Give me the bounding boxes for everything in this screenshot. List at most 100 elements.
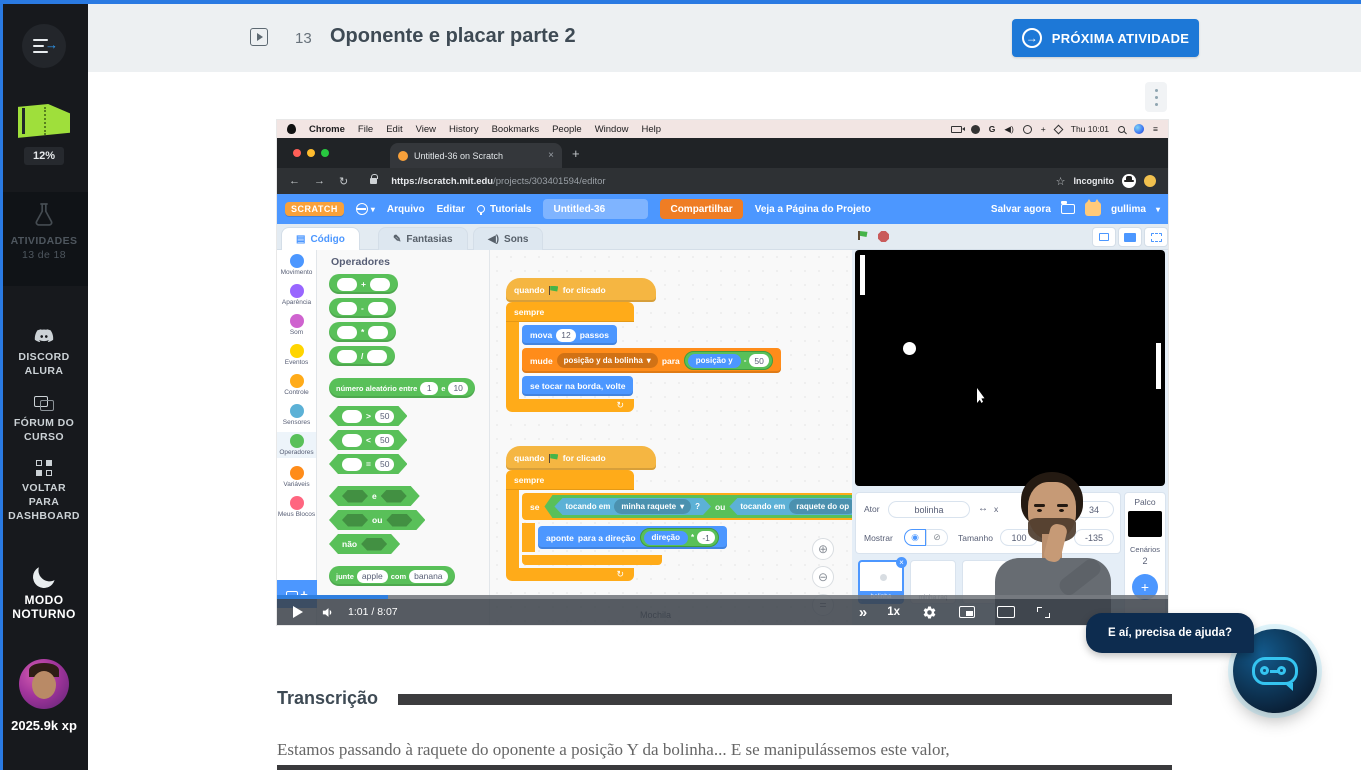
forward-icon[interactable]: → [314, 175, 325, 187]
sidebar-item-discord[interactable]: DISCORD ALURA [0, 326, 88, 378]
or-condition[interactable]: tocando em minha raquete ▾ ? ou toca [544, 495, 852, 518]
script-stack-2[interactable]: quando for clicado sempre se tocando em [506, 446, 852, 581]
and-block[interactable]: e [329, 486, 420, 506]
share-button[interactable]: Compartilhar [660, 199, 742, 219]
scripts-workspace[interactable]: quando for clicado sempre mova 12 passos… [490, 250, 852, 625]
menubar-item[interactable]: Edit [386, 124, 402, 135]
variable-dropdown[interactable]: posição y da bolinha ▾ [557, 353, 658, 368]
or-block[interactable]: ou [329, 510, 425, 530]
touching-condition-2[interactable]: tocando em raquete do op [729, 498, 852, 515]
zoom-traffic-light[interactable] [321, 149, 329, 157]
volume-button[interactable] [321, 605, 336, 620]
green-flag-button[interactable] [858, 231, 868, 240]
tutorials-button[interactable]: Tutorials [477, 204, 531, 215]
when-flag-clicked-block[interactable]: quando for clicado [506, 278, 656, 302]
subtract-reporter[interactable]: posição y - 50 [684, 351, 773, 370]
zoom-out-button[interactable]: ⊖ [812, 566, 834, 588]
skip-forward-button[interactable]: » [859, 604, 865, 621]
project-page-link[interactable]: Veja a Página do Projeto [755, 204, 871, 215]
reload-icon[interactable]: ↻ [339, 175, 348, 188]
category-motion[interactable]: Movimento [277, 254, 316, 276]
normal-stage-button[interactable] [1118, 227, 1142, 247]
tab-close-icon[interactable]: × [548, 150, 554, 161]
random-number-block[interactable]: número aleatório entre 1 e 10 [329, 378, 475, 398]
join-block[interactable]: junte apple com banana [329, 566, 455, 586]
multiply-reporter[interactable]: direção * -1 [640, 528, 720, 547]
small-stage-button[interactable] [1092, 227, 1116, 247]
point-in-direction-block[interactable]: aponte para a direção direção * -1 [538, 526, 727, 549]
set-variable-block[interactable]: mude posição y da bolinha ▾ para posição… [522, 348, 781, 373]
less-than-block[interactable]: <50 [329, 430, 407, 450]
category-operators[interactable]: Operadores [277, 432, 316, 458]
sidebar-item-dashboard[interactable]: VOLTAR PARA DASHBOARD [0, 460, 88, 523]
zoom-in-button[interactable]: ⊕ [812, 538, 834, 560]
fullscreen-stage-button[interactable] [1144, 227, 1168, 247]
close-traffic-light[interactable] [293, 149, 301, 157]
move-steps-block[interactable]: mova 12 passos [522, 325, 617, 345]
script-stack-1[interactable]: quando for clicado sempre mova 12 passos… [506, 278, 781, 412]
menubar-item[interactable]: People [552, 124, 582, 135]
hide-sprite-toggle[interactable]: ⊘ [926, 529, 948, 546]
menubar-item[interactable]: File [358, 124, 373, 135]
menubar-item[interactable]: Window [595, 124, 629, 135]
sprite-dropdown[interactable]: minha raquete ▾ [614, 499, 691, 514]
tab-costumes[interactable]: ✎ Fantasias [378, 227, 468, 250]
operator-subtract-block[interactable]: - [329, 298, 396, 318]
sprite-dropdown[interactable]: raquete do op [789, 499, 852, 514]
project-name-input[interactable]: Untitled-36 [543, 199, 648, 219]
menubar-item[interactable]: View [416, 124, 436, 135]
greater-than-block[interactable]: >50 [329, 406, 407, 426]
save-now-link[interactable]: Salvar agora [991, 204, 1051, 215]
stop-button[interactable] [878, 231, 889, 242]
forever-block[interactable]: sempre [506, 302, 634, 322]
tab-sounds[interactable]: ◀) Sons [473, 227, 543, 250]
video-control-bar[interactable]: 1:01 / 8:07 » 1x [277, 595, 1168, 625]
stage-canvas[interactable] [855, 250, 1165, 486]
settings-gear-button[interactable] [922, 605, 937, 620]
operator-divide-block[interactable]: / [329, 346, 395, 366]
kebab-handle[interactable] [1145, 82, 1167, 112]
delete-sprite-badge[interactable]: × [896, 557, 907, 568]
operator-multiply-block[interactable]: * [329, 322, 396, 342]
next-activity-button[interactable]: → PRÓXIMA ATIVIDADE [1012, 19, 1199, 57]
fullscreen-button[interactable] [1037, 607, 1050, 618]
theater-mode-button[interactable] [997, 606, 1015, 618]
sidebar-item-forum[interactable]: FÓRUM DO CURSO [0, 396, 88, 444]
username[interactable]: gullima [1111, 204, 1146, 215]
category-sound[interactable]: Som [277, 314, 316, 336]
operator-add-block[interactable]: + [329, 274, 398, 294]
category-control[interactable]: Controle [277, 374, 316, 396]
sidebar-item-activities[interactable]: ATIVIDADES 13 de 18 [0, 192, 88, 286]
minimize-traffic-light[interactable] [307, 149, 315, 157]
picture-in-picture-button[interactable] [959, 606, 975, 618]
scratch-menu-edit[interactable]: Editar [437, 204, 465, 215]
position-y-reporter[interactable]: posição y [688, 354, 741, 368]
menubar-item[interactable]: Help [641, 124, 661, 135]
menubar-item[interactable]: Bookmarks [492, 124, 540, 135]
play-button[interactable] [293, 606, 303, 618]
category-looks[interactable]: Aparência [277, 284, 316, 306]
playback-speed-button[interactable]: 1x [887, 606, 900, 618]
bookmark-star-icon[interactable]: ☆ [1056, 175, 1066, 188]
forever-block[interactable]: sempre [506, 470, 634, 490]
show-sprite-toggle[interactable]: ◉ [904, 529, 926, 546]
profile-dot[interactable] [1144, 175, 1156, 187]
sidebar-item-night-mode[interactable]: MODO NOTURNO [0, 566, 88, 621]
menubar-item[interactable]: History [449, 124, 479, 135]
user-avatar[interactable] [19, 659, 69, 709]
video-player[interactable]: Chrome File Edit View History Bookmarks … [277, 120, 1168, 625]
course-logo-icon[interactable] [18, 104, 70, 140]
category-events[interactable]: Eventos [277, 344, 316, 366]
new-tab-button[interactable]: + [572, 146, 580, 161]
language-selector[interactable]: ▾ [356, 203, 375, 215]
browser-tab[interactable]: Untitled-36 on Scratch × [390, 143, 562, 168]
if-block[interactable]: se tocando em minha raquete ▾ ? [522, 493, 852, 520]
sprite-name-input[interactable]: bolinha [888, 501, 970, 518]
direction-reporter[interactable]: direção [644, 531, 688, 545]
menu-toggle-button[interactable]: → [22, 24, 66, 68]
category-sensing[interactable]: Sensores [277, 404, 316, 426]
address-bar[interactable]: https://scratch.mit.edu/projects/3034015… [391, 176, 605, 187]
folder-icon[interactable] [1061, 204, 1075, 214]
category-my-blocks[interactable]: Meus Blocos [277, 496, 316, 518]
assistant-help-bubble[interactable]: E aí, precisa de ajuda? [1086, 613, 1254, 653]
